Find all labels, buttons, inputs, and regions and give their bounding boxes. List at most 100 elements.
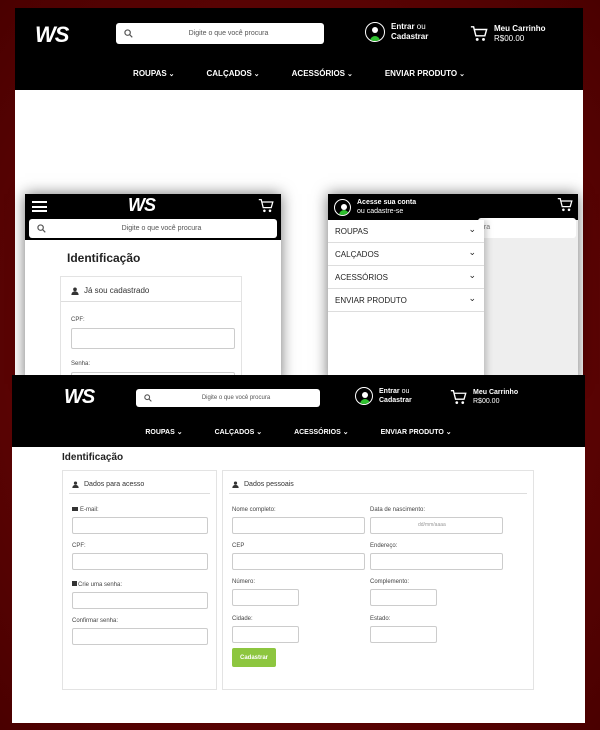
state-label: Estado: [370, 616, 391, 622]
password-label: Senha: [71, 361, 91, 367]
site-logo[interactable]: WS [64, 386, 95, 409]
search-placeholder: Digite o que você procura [201, 395, 271, 401]
user-avatar-icon [365, 22, 385, 42]
address-label: Endereço: [370, 543, 398, 549]
search-placeholder: Digite o que você procura [188, 30, 269, 37]
login-card: Já sou cadastrado CPF: Senha: [60, 276, 242, 384]
cpf-input[interactable] [71, 328, 235, 349]
account-title: Acesse sua conta [357, 199, 417, 206]
cart-link[interactable]: Meu Carrinho R$00.00 [470, 24, 546, 44]
drawer-item-roupas[interactable]: ROUPAS [328, 220, 484, 243]
site-header: WS Digite o que você procura Entrar ou C… [15, 8, 583, 90]
cart-label: Meu Carrinho [494, 24, 546, 33]
cart-label: Meu Carrinho [473, 389, 519, 396]
chevron-down-icon [468, 226, 476, 237]
address-input[interactable] [370, 553, 503, 570]
chevron-down-icon [468, 249, 476, 260]
nav-item-acessorios[interactable]: ACESSÓRIOS [292, 69, 353, 78]
site-header: WS Digite o que você procura Entrar ou C… [12, 375, 585, 447]
drawer-item-calcados[interactable]: CALÇADOS [328, 243, 484, 266]
nav-item-enviar-produto[interactable]: ENVIAR PRODUTO [381, 428, 452, 436]
cep-input[interactable] [232, 553, 365, 570]
mobile-menu-panel: Acesse sua conta ou cadastre-se ura ROUP… [328, 194, 578, 384]
register-link[interactable]: Cadastrar [391, 32, 428, 41]
drawer-item-label: ROUPAS [335, 226, 369, 236]
user-icon [71, 287, 79, 295]
search-input[interactable]: ura [478, 218, 576, 238]
search-icon [124, 29, 133, 38]
cart-icon[interactable] [557, 197, 573, 218]
cep-label: CEP [232, 543, 245, 549]
cart-total: R$00.00 [494, 34, 525, 43]
cart-icon [470, 26, 488, 41]
nav-item-calcados[interactable]: CALÇADOS [215, 428, 262, 436]
cart-icon [450, 389, 467, 404]
search-input[interactable]: Digite o que você procura [29, 219, 277, 238]
cart-total: R$00.00 [473, 398, 500, 405]
create-password-input[interactable] [72, 592, 208, 609]
login-or-text: ou [401, 388, 410, 395]
cart-icon[interactable] [258, 198, 274, 219]
email-label: E-mail: [72, 507, 99, 513]
complement-input[interactable] [370, 589, 437, 606]
login-link[interactable]: Entrar [391, 22, 415, 31]
birth-date-input[interactable]: dd/mm/aaaa [370, 517, 503, 534]
birth-date-label: Data de nascimento: [370, 507, 426, 513]
full-name-input[interactable] [232, 517, 365, 534]
access-data-section: Dados para acesso E-mail: CPF: Crie uma … [62, 470, 217, 690]
nav-item-calcados[interactable]: CALÇADOS [207, 69, 260, 78]
login-card-title: Já sou cadastrado [84, 286, 150, 295]
complement-label: Complemento: [370, 579, 410, 585]
chevron-down-icon [468, 295, 476, 306]
cpf-input[interactable] [72, 553, 208, 570]
page-title: Identificação [62, 452, 124, 463]
site-logo[interactable]: WS [128, 195, 156, 216]
drawer-item-enviar-produto[interactable]: ENVIAR PRODUTO [328, 289, 484, 312]
email-label-text: E-mail: [80, 507, 99, 513]
personal-section-title: Dados pessoais [244, 481, 294, 488]
account-link[interactable]: Entrar ou Cadastrar [355, 387, 412, 405]
confirm-password-input[interactable] [72, 628, 208, 645]
user-avatar-icon [334, 198, 351, 216]
login-link[interactable]: Entrar [379, 388, 400, 395]
side-drawer-menu: ROUPAS CALÇADOS ACESSÓRIOS ENVIAR PRODUT… [328, 220, 484, 384]
hamburger-menu-icon[interactable] [32, 201, 47, 212]
nav-item-enviar-produto[interactable]: ENVIAR PRODUTO [385, 69, 465, 78]
create-password-label-text: Crie uma senha: [78, 582, 123, 588]
user-icon [232, 481, 239, 488]
number-label: Número: [232, 579, 256, 585]
account-link[interactable]: Acesse sua conta ou cadastre-se [334, 198, 416, 216]
mobile-login-panel: WS Digite o que você procura Identificaç… [25, 194, 281, 384]
birth-date-placeholder: dd/mm/aaaa [418, 522, 446, 528]
site-logo[interactable]: WS [35, 22, 69, 48]
confirm-password-label: Confirmar senha: [72, 618, 119, 624]
cpf-label: CPF: [71, 317, 85, 323]
mobile-header: Acesse sua conta ou cadastre-se [328, 194, 578, 220]
number-input[interactable] [232, 589, 299, 606]
nav-item-roupas[interactable]: ROUPAS [145, 428, 182, 436]
nav-item-acessorios[interactable]: ACESSÓRIOS [294, 428, 349, 436]
email-input[interactable] [72, 517, 208, 534]
drawer-item-acessorios[interactable]: ACESSÓRIOS [328, 266, 484, 289]
search-placeholder: Digite o que você procura [121, 225, 202, 232]
register-button[interactable]: Cadastrar [232, 648, 276, 667]
page-title: Identificação [67, 251, 141, 265]
state-input[interactable] [370, 626, 437, 643]
desktop-register-panel: WS Digite o que você procura Entrar ou C… [12, 375, 585, 723]
register-link[interactable]: Cadastrar [379, 397, 412, 404]
personal-data-section: Dados pessoais Nome completo: Data de na… [222, 470, 534, 690]
access-section-title: Dados para acesso [84, 481, 145, 488]
city-label: Cidade: [232, 616, 253, 622]
page-overlay[interactable] [484, 220, 578, 384]
full-name-label: Nome completo: [232, 507, 276, 513]
city-input[interactable] [232, 626, 299, 643]
search-input[interactable]: Digite o que você procura [116, 23, 324, 44]
account-link[interactable]: Entrar ou Cadastrar [365, 22, 428, 42]
search-input[interactable]: Digite o que você procura [136, 389, 320, 407]
main-nav: ROUPAS CALÇADOS ACESSÓRIOS ENVIAR PRODUT… [15, 69, 583, 78]
search-icon [144, 394, 152, 402]
mobile-header: WS Digite o que você procura [25, 194, 281, 240]
nav-item-roupas[interactable]: ROUPAS [133, 69, 174, 78]
cart-link[interactable]: Meu Carrinho R$00.00 [450, 388, 518, 406]
create-password-label: Crie uma senha: [72, 581, 122, 588]
